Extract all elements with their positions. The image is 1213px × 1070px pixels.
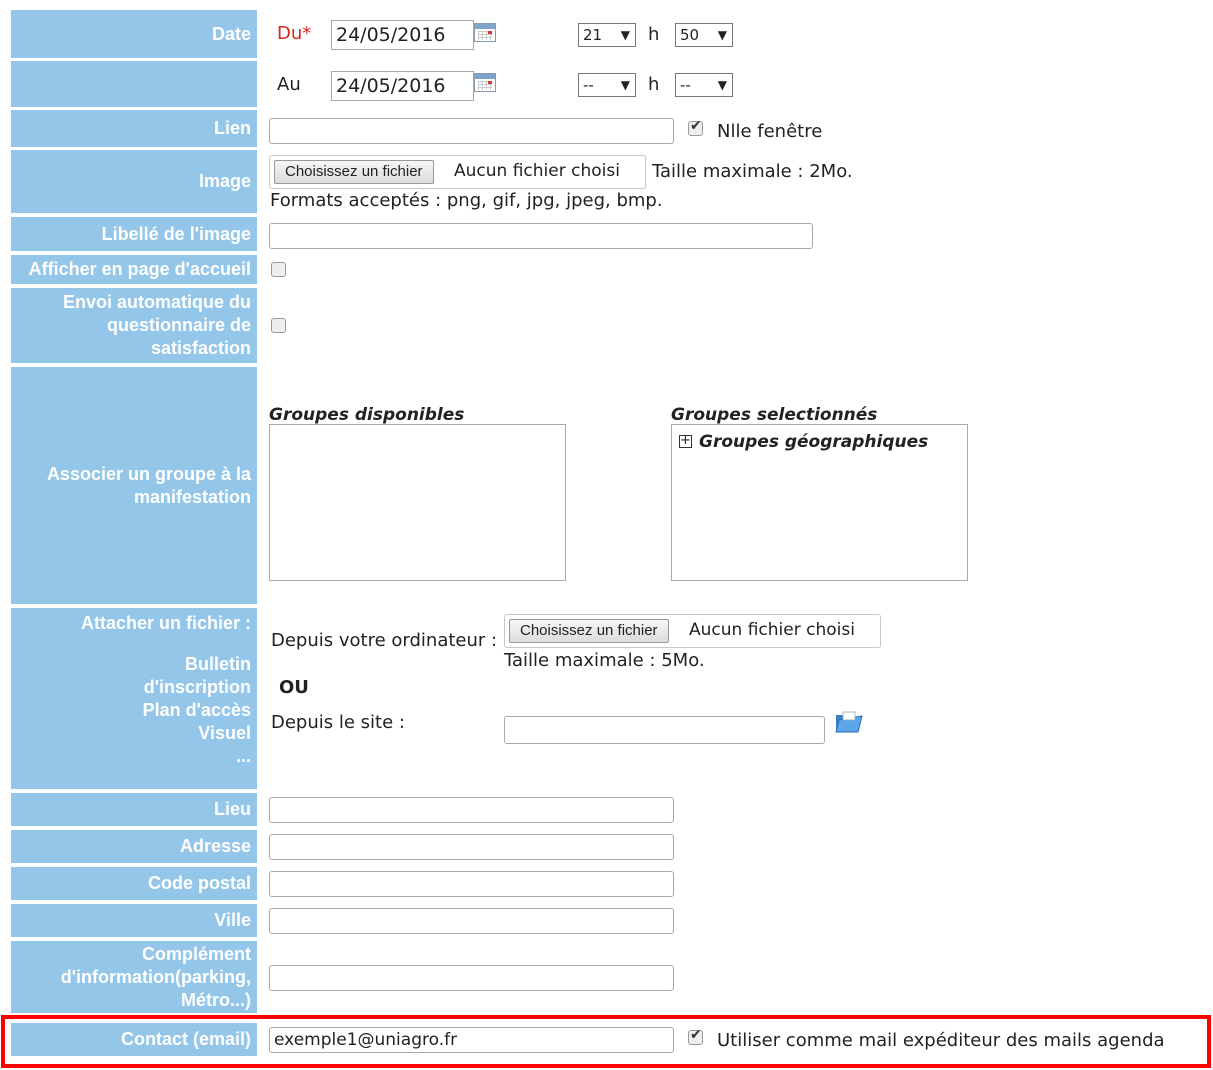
calendar-icon[interactable]: [474, 23, 496, 42]
show-homepage-checkbox[interactable]: [271, 262, 286, 277]
date-start-label: Du*: [277, 23, 312, 44]
label-attacher-fichier: Attacher un fichier : Bulletin d'inscrip…: [11, 608, 257, 789]
choose-file-button[interactable]: Choisissez un fichier: [509, 619, 669, 643]
new-window-label: Nlle fenêtre: [717, 121, 823, 142]
calendar-icon[interactable]: [474, 73, 496, 92]
attach-file-input[interactable]: Choisissez un fichier Aucun fichier choi…: [504, 614, 881, 648]
label-image: Image: [11, 150, 257, 213]
label-code-postal: Code postal: [11, 867, 257, 900]
image-formats: Formats acceptés : png, gif, jpg, jpeg, …: [270, 190, 663, 211]
image-max-size: Taille maximale : 2Mo.: [652, 161, 853, 182]
postal-code-input[interactable]: [269, 871, 674, 897]
choose-file-button[interactable]: Choisissez un fichier: [274, 160, 434, 184]
venue-input[interactable]: [269, 797, 674, 823]
start-hour-select[interactable]: 21 ▼: [578, 23, 636, 47]
expand-icon[interactable]: +: [679, 434, 692, 448]
no-file-text: Aucun fichier choisi: [454, 161, 620, 181]
label-lien: Lien: [11, 110, 257, 147]
new-window-checkbox[interactable]: [688, 118, 703, 136]
site-file-input[interactable]: [504, 716, 825, 744]
label-afficher-accueil: Afficher en page d'accueil: [11, 255, 257, 284]
attach-max-size: Taille maximale : 5Mo.: [504, 650, 705, 671]
from-site-label: Depuis le site :: [271, 712, 405, 733]
label-ville: Ville: [11, 904, 257, 937]
date-end-label: Au: [277, 74, 301, 95]
link-input[interactable]: [269, 118, 674, 144]
label-libelle-image: Libellé de l'image: [11, 217, 257, 251]
highlight-frame: [1, 1015, 1211, 1068]
label-associer-groupe: Associer un groupe à la manifestation: [11, 367, 257, 604]
label-envoi-questionnaire: Envoi automatique du questionnaire de sati…: [11, 288, 257, 363]
label-adresse: Adresse: [11, 830, 257, 863]
no-file-text: Aucun fichier choisi: [689, 620, 855, 640]
group-item[interactable]: Groupes géographiques: [699, 432, 928, 452]
label-complement: Complément d'information(parking, Métro...…: [11, 941, 257, 1013]
available-groups-title: Groupes disponibles: [269, 405, 465, 425]
selected-groups-title: Groupes selectionnés: [671, 405, 878, 425]
label-lieu: Lieu: [11, 793, 257, 826]
address-input[interactable]: [269, 834, 674, 860]
end-hour-select[interactable]: -- ▼: [578, 73, 636, 97]
date-end-input[interactable]: 24/05/2016: [331, 71, 474, 101]
or-separator: OU: [279, 677, 309, 698]
hour-separator: h: [648, 24, 660, 45]
from-computer-label: Depuis votre ordinateur :: [271, 630, 498, 651]
selected-groups-list[interactable]: + Groupes géographiques: [671, 424, 968, 581]
image-caption-input[interactable]: [269, 223, 813, 249]
available-groups-list[interactable]: [269, 424, 566, 581]
image-file-input[interactable]: Choisissez un fichier Aucun fichier choi…: [269, 155, 646, 189]
city-input[interactable]: [269, 908, 674, 934]
label-date: Date: [11, 10, 257, 58]
auto-send-survey-checkbox[interactable]: [271, 318, 286, 333]
date-start-input[interactable]: 24/05/2016: [331, 20, 474, 50]
end-minute-select[interactable]: -- ▼: [675, 73, 733, 97]
start-minute-select[interactable]: 50 ▼: [675, 23, 733, 47]
folder-icon[interactable]: [834, 706, 864, 736]
label-date-end: [11, 61, 257, 107]
additional-info-input[interactable]: [269, 965, 674, 991]
hour-separator: h: [648, 74, 660, 95]
